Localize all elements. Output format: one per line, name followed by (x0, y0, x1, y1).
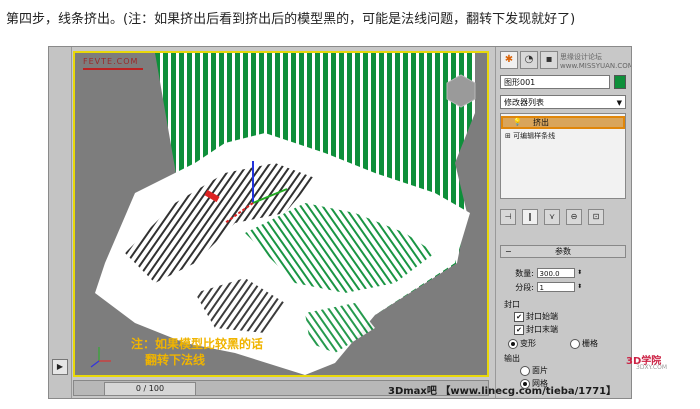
cap-end-checkbox[interactable]: ✔ 封口末端 (514, 324, 558, 335)
grid-label: 栅格 (582, 339, 598, 348)
amount-row: 数量: 300.0 ⬍ (500, 267, 582, 279)
viewport-watermark-bar (83, 68, 143, 70)
check-icon: ✔ (514, 324, 524, 335)
amount-input[interactable]: 300.0 (536, 268, 575, 278)
extruded-terrain-model (90, 53, 476, 375)
viewport-note: 注：如果模型比较黑的话 翻转下法线 (131, 336, 263, 368)
radio-empty-icon (570, 338, 580, 349)
modifier-list-dropdown[interactable]: 修改器列表 ▼ (500, 95, 626, 109)
perspective-viewport[interactable]: FEVTE.COM 注：如果模型比较黑的话 翻转下法线 (73, 51, 489, 377)
panel-watermark: 思缘设计论坛 www.MISSYUAN.COM (560, 53, 632, 70)
note-line-2: 翻转下法线 (145, 353, 206, 367)
object-color-swatch[interactable] (614, 75, 626, 89)
3dsmax-window: ▶ FEVTE.COM 注：如果模型比较黑的话 翻转下法线 0 / 100 ✱ … (48, 46, 632, 399)
stack-item-extrude-label: 挤出 (533, 118, 549, 127)
page-caption: 第四步，线条挤出。(注：如果挤出后看到挤出后的模型黑的，可能是法线问题，翻转下发… (6, 12, 576, 27)
check-icon: ✔ (514, 311, 524, 322)
segments-label: 分段: (515, 282, 534, 292)
morph-label: 变形 (520, 339, 536, 348)
tab-hierarchy[interactable]: ▪ (540, 51, 558, 69)
cap-start-label: 封口始端 (526, 312, 558, 321)
cap-end-label: 封口末端 (526, 325, 558, 334)
patch-radio[interactable]: 面片 (520, 365, 548, 376)
chevron-down-icon: ▼ (616, 99, 622, 107)
expand-plus-icon[interactable]: ⊞ (505, 132, 513, 140)
show-end-result-button[interactable]: ‖ (522, 209, 538, 225)
note-line-1: 注：如果模型比较黑的话 (131, 337, 264, 351)
radio-selected-icon (508, 338, 518, 349)
modifier-list-label: 修改器列表 (504, 98, 544, 107)
amount-label: 数量: (515, 268, 534, 278)
remove-modifier-button[interactable]: ⊖ (566, 209, 582, 225)
amount-spinner-icon[interactable]: ⬍ (577, 267, 582, 279)
parameters-rollout-header[interactable]: − 参数 (500, 245, 626, 258)
command-panel: ✱ ◔ ▪ 思缘设计论坛 www.MISSYUAN.COM 图形001 修改器列… (495, 47, 632, 398)
source-credit: 3Dmax吧 【www.linecg.com/tieba/1771】 (388, 386, 617, 397)
segments-spinner-icon[interactable]: ⬍ (577, 281, 582, 293)
axis-tripod (90, 347, 111, 368)
parameters-title: 参数 (555, 247, 571, 256)
left-toolbar: ▶ (49, 47, 72, 398)
cap-group-label: 封口 (504, 300, 520, 309)
radio-empty-icon (520, 365, 530, 376)
make-unique-button[interactable]: ⋎ (544, 209, 560, 225)
morph-radio[interactable]: 变形 (508, 338, 536, 349)
command-panel-tabs: ✱ ◔ ▪ (500, 51, 558, 69)
viewport-watermark: FEVTE.COM (83, 57, 139, 66)
tab-create[interactable]: ✱ (500, 51, 518, 69)
time-slider[interactable]: 0 / 100 (104, 382, 196, 396)
stack-item-extrude[interactable]: 💡 挤出 (501, 116, 625, 129)
play-button[interactable]: ▶ (52, 359, 68, 375)
tab-modify[interactable]: ◔ (520, 51, 538, 69)
lightbulb-icon[interactable]: 💡 (513, 118, 522, 127)
stack-tools: ⊣ ‖ ⋎ ⊖ ⊡ (500, 209, 604, 225)
grid-radio[interactable]: 栅格 (570, 338, 598, 349)
pin-stack-button[interactable]: ⊣ (500, 209, 516, 225)
stack-item-editable-spline[interactable]: ⊞ 可编辑样条线 (505, 131, 555, 141)
segments-row: 分段: 1 ⬍ (500, 281, 582, 293)
stack-item-spline-label: 可编辑样条线 (513, 132, 556, 140)
site-logo-sub: 3DXY.COM (636, 364, 667, 371)
patch-label: 面片 (532, 366, 548, 375)
output-group-label: 输出 (504, 354, 520, 363)
segments-input[interactable]: 1 (536, 282, 575, 292)
modifier-stack[interactable]: 💡 挤出 ⊞ 可编辑样条线 (500, 113, 626, 199)
object-name-field[interactable]: 图形001 (500, 75, 610, 89)
configure-sets-button[interactable]: ⊡ (588, 209, 604, 225)
cap-start-checkbox[interactable]: ✔ 封口始端 (514, 311, 558, 322)
